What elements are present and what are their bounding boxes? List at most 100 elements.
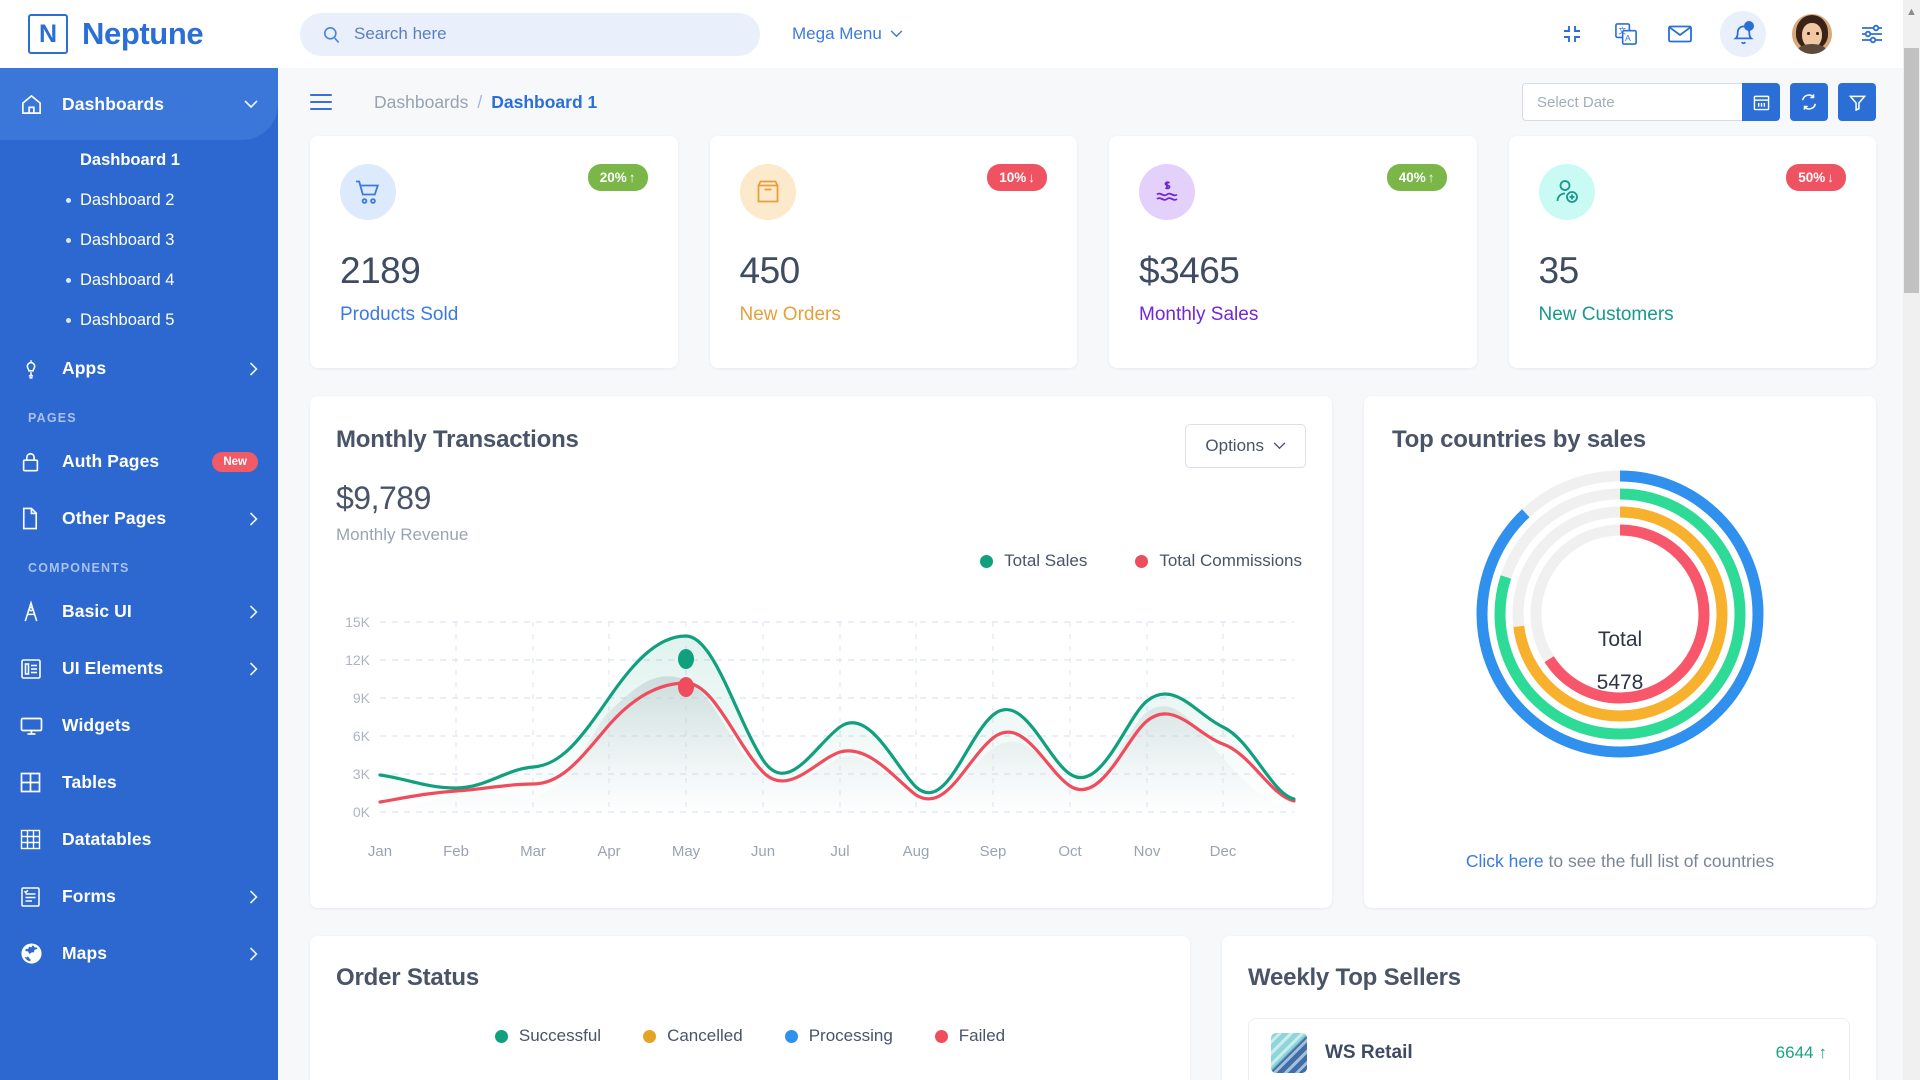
sidebar-section-pages: PAGES: [28, 411, 77, 425]
top-bar-actions: A 文: [1558, 11, 1920, 57]
page-scrollbar[interactable]: ▲: [1903, 0, 1920, 1080]
search-icon: [322, 25, 341, 44]
bullet-icon: [66, 277, 71, 283]
sidebar-subitem-label: Dashboard 2: [80, 190, 175, 209]
calendar-icon[interactable]: [1742, 83, 1780, 121]
svg-text:Apr: Apr: [597, 843, 620, 860]
search-placeholder: Search here: [354, 24, 447, 43]
sidebar-navigation: Dashboards Dashboard 1 Dashboard 2 Dashb…: [0, 68, 278, 1080]
monthly-revenue-label: Monthly Revenue: [336, 525, 469, 544]
brand-logo-area[interactable]: N Neptune: [0, 0, 278, 68]
sidebar-item-tables[interactable]: Tables: [0, 754, 278, 811]
trend-up-icon: ↑: [1427, 170, 1435, 185]
sidebar-item-apps[interactable]: Apps: [0, 340, 278, 397]
bullet-icon: [66, 317, 71, 323]
svg-text:Jun: Jun: [751, 843, 775, 860]
card-title: Weekly Top Sellers: [1248, 964, 1461, 991]
sidebar-subitem-label: Dashboard 4: [80, 270, 175, 289]
options-button[interactable]: Options: [1185, 424, 1306, 468]
top-navigation-bar: N Neptune Search here Mega Menu A 文: [0, 0, 1920, 68]
sidebar-subitem-label: Dashboard 1: [80, 150, 180, 169]
breadcrumb-parent[interactable]: Dashboards: [374, 92, 468, 113]
sidebar-item-dashboards[interactable]: Dashboards: [0, 68, 278, 140]
sidebar-subitem-dashboard-5[interactable]: Dashboard 5: [0, 300, 278, 340]
badge-value: 40%: [1398, 170, 1426, 185]
sidebar-item-widgets[interactable]: Widgets: [0, 697, 278, 754]
sidebar-item-other-pages[interactable]: Other Pages: [0, 490, 278, 547]
svg-text:Jan: Jan: [368, 843, 392, 860]
date-toolbar: [1522, 83, 1876, 121]
stat-label: Monthly Sales: [1139, 304, 1259, 325]
scrollbar-thumb[interactable]: [1904, 48, 1919, 293]
svg-text:6K: 6K: [353, 728, 371, 744]
legend-item-cancelled[interactable]: Cancelled: [643, 1026, 743, 1046]
svg-text:Aug: Aug: [903, 843, 930, 860]
stat-cards-row: 20% ↑ 2189 Products Sold 10% ↓ 450 New O…: [310, 136, 1876, 368]
options-label: Options: [1205, 436, 1264, 455]
svg-text:Mar: Mar: [520, 843, 546, 860]
sidebar-item-datatables[interactable]: Datatables: [0, 811, 278, 868]
sidebar-item-label: Forms: [62, 886, 116, 906]
chevron-right-icon: [249, 946, 258, 961]
badge-value: 10%: [999, 170, 1027, 185]
user-avatar[interactable]: [1792, 14, 1832, 54]
trend-up-icon: ↑: [628, 170, 636, 185]
hamburger-icon[interactable]: [310, 94, 332, 110]
legend-item-processing[interactable]: Processing: [784, 1026, 893, 1046]
status-badge: 40% ↑: [1386, 164, 1447, 191]
list-item[interactable]: WS Retail 6644 ↑: [1248, 1018, 1850, 1080]
sidebar-subitem-label: Dashboard 5: [80, 310, 175, 329]
sidebar-subitem-dashboard-4[interactable]: Dashboard 4: [0, 260, 278, 300]
badge-value: 20%: [599, 170, 627, 185]
bullet-icon: [66, 197, 71, 203]
trend-down-icon: ↓: [1028, 170, 1035, 185]
filter-icon[interactable]: [1838, 83, 1876, 121]
select-date-input[interactable]: [1522, 83, 1742, 121]
neptune-logo-icon: N: [28, 14, 68, 54]
fullscreen-collapse-icon[interactable]: [1558, 20, 1586, 48]
legend-item-total-sales[interactable]: Total Sales: [980, 551, 1087, 571]
sidebar-item-auth-pages[interactable]: Auth Pages New: [0, 433, 278, 490]
sidebar-subitem-dashboard-2[interactable]: Dashboard 2: [0, 180, 278, 220]
settings-sliders-icon[interactable]: [1858, 20, 1886, 48]
sidebar-item-label: Dashboards: [62, 93, 165, 114]
mega-menu-button[interactable]: Mega Menu: [792, 24, 903, 44]
bulb-icon: [20, 356, 50, 382]
legend-item-total-commissions[interactable]: Total Commissions: [1135, 551, 1302, 571]
legend-item-successful[interactable]: Successful: [494, 1026, 602, 1046]
trend-up-icon: ↑: [1818, 1043, 1828, 1062]
legend-label: Failed: [958, 1026, 1006, 1045]
svg-text:Sep: Sep: [980, 843, 1007, 860]
sidebar-subitem-dashboard-1[interactable]: Dashboard 1: [0, 140, 278, 180]
shopping-cart-icon: [340, 164, 396, 220]
bell-icon[interactable]: [1720, 11, 1766, 57]
translate-icon[interactable]: A 文: [1612, 20, 1640, 48]
legend-item-failed[interactable]: Failed: [934, 1026, 1006, 1046]
monitor-icon: [20, 713, 50, 739]
chevron-down-icon: [244, 99, 258, 109]
sidebar-section-components: COMPONENTS: [28, 561, 130, 575]
search-box[interactable]: Search here: [300, 12, 760, 56]
table-icon: [20, 770, 50, 796]
sidebar-item-maps[interactable]: Maps: [0, 925, 278, 982]
sidebar-subitem-dashboard-3[interactable]: Dashboard 3: [0, 220, 278, 260]
mail-icon[interactable]: [1666, 20, 1694, 48]
badge-value: 50%: [1798, 170, 1826, 185]
legend-color-swatch: [494, 1029, 508, 1043]
svg-text:3K: 3K: [353, 766, 371, 782]
logo-letter: N: [38, 19, 58, 48]
refresh-icon[interactable]: [1790, 83, 1828, 121]
sidebar-item-label: Auth Pages: [62, 451, 160, 471]
click-here-link[interactable]: Click here: [1466, 851, 1544, 871]
legend-label: Successful: [518, 1026, 602, 1045]
sidebar-item-ui-elements[interactable]: UI Elements: [0, 640, 278, 697]
sidebar-item-basic-ui[interactable]: Basic UI: [0, 583, 278, 640]
new-badge: New: [212, 451, 258, 472]
scroll-up-arrow-icon[interactable]: ▲: [1903, 6, 1920, 18]
money-icon: [1139, 164, 1195, 220]
seller-name: WS Retail: [1325, 1042, 1413, 1063]
sidebar-item-forms[interactable]: Forms: [0, 868, 278, 925]
svg-text:文: 文: [1618, 25, 1626, 35]
chevron-down-icon: [1273, 442, 1286, 450]
form-icon: [20, 884, 50, 910]
